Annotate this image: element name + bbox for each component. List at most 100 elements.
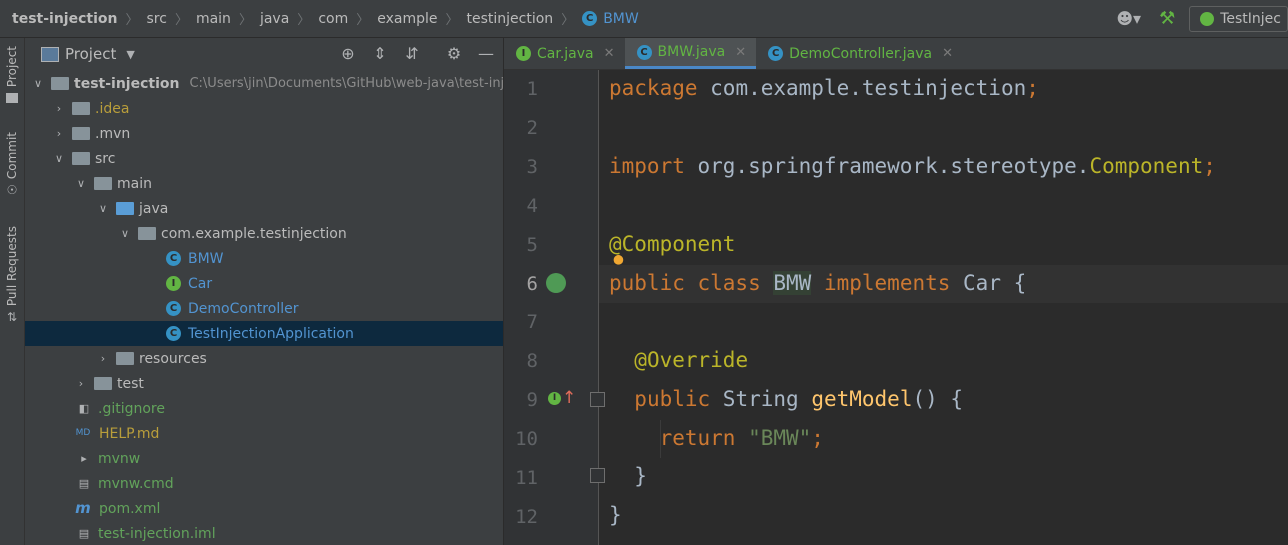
run-configuration-selector[interactable]: TestInjec bbox=[1189, 5, 1288, 32]
breadcrumb-java[interactable]: java bbox=[260, 11, 289, 27]
breadcrumb-main[interactable]: main bbox=[196, 11, 231, 27]
chevron-right-icon: 〉 bbox=[238, 13, 252, 28]
tree-item-idea[interactable]: › .idea bbox=[25, 96, 503, 121]
token-punct: ; bbox=[1026, 76, 1039, 100]
locate-icon[interactable]: ⊕ bbox=[338, 44, 358, 64]
minimize-icon[interactable]: — bbox=[476, 44, 496, 64]
tree-item-label: mvnw bbox=[98, 450, 141, 467]
chevron-down-icon[interactable]: ∨ bbox=[96, 202, 110, 215]
close-icon[interactable]: ✕ bbox=[942, 46, 953, 61]
code-editor[interactable]: 1 2 3 4 5 6 7 8 9 10 11 12 I ↑ package c… bbox=[504, 70, 1288, 545]
tab-democontroller-java[interactable]: C DemoController.java ✕ bbox=[756, 38, 963, 69]
tree-item-test-injection[interactable]: ∨ test-injection C:\Users\jin\Documents\… bbox=[25, 71, 503, 96]
tree-item-mvn[interactable]: › .mvn bbox=[25, 121, 503, 146]
token-keyword: package bbox=[609, 76, 698, 100]
tree-item-pom-xml[interactable]: m pom.xml bbox=[25, 496, 503, 521]
markdown-icon: MD bbox=[75, 428, 91, 438]
code-line-9: public String getModel() { bbox=[609, 387, 963, 411]
chevron-down-icon[interactable]: ∨ bbox=[118, 227, 132, 240]
token-punct: ; bbox=[1203, 154, 1216, 178]
tree-item-label: mvnw.cmd bbox=[98, 475, 174, 492]
tree-item-democontroller[interactable]: C DemoController bbox=[25, 296, 503, 321]
tree-item-iml[interactable]: ▤ test-injection.iml bbox=[25, 521, 503, 545]
tree-item-test[interactable]: › test bbox=[25, 371, 503, 396]
tool-tab-pull-requests[interactable]: Pull Requests ⇅ bbox=[0, 226, 24, 324]
tool-tab-commit-label: Commit bbox=[5, 132, 19, 180]
token-keyword: public bbox=[634, 387, 711, 411]
tree-item-testinjectionapplication[interactable]: C TestInjectionApplication bbox=[25, 321, 503, 346]
tree-item-main[interactable]: ∨ main bbox=[25, 171, 503, 196]
token-type: String bbox=[710, 387, 812, 411]
chevron-down-icon[interactable]: ∨ bbox=[31, 77, 45, 90]
token-punct: ; bbox=[811, 426, 824, 450]
tool-tab-project[interactable]: Project bbox=[0, 46, 24, 104]
breadcrumb-com[interactable]: com bbox=[318, 11, 348, 27]
tree-item-package[interactable]: ∨ com.example.testinjection bbox=[25, 221, 503, 246]
chevron-down-icon[interactable]: ▼ bbox=[126, 48, 134, 61]
tree-item-label: java bbox=[139, 200, 169, 217]
tree-item-src[interactable]: ∨ src bbox=[25, 146, 503, 171]
build-hammer-icon[interactable]: ⚒ bbox=[1159, 8, 1175, 29]
spring-boot-class-icon: C bbox=[166, 326, 181, 341]
tool-tab-commit[interactable]: Commit ☉ bbox=[0, 132, 24, 197]
gear-icon[interactable]: ⚙ bbox=[444, 44, 464, 64]
folder-icon bbox=[72, 127, 90, 140]
chevron-right-icon[interactable]: › bbox=[52, 127, 66, 140]
spring-bean-gutter-icon[interactable] bbox=[546, 273, 566, 293]
tree-item-label: TestInjectionApplication bbox=[188, 325, 354, 342]
token-keyword: class bbox=[684, 271, 774, 295]
tree-item-mvnw-cmd[interactable]: ▤ mvnw.cmd bbox=[25, 471, 503, 496]
shell-script-icon: ▸ bbox=[81, 452, 87, 465]
project-panel-title[interactable]: Project bbox=[65, 45, 116, 63]
tree-item-help-md[interactable]: MD HELP.md bbox=[25, 421, 503, 446]
fold-icon[interactable] bbox=[590, 392, 605, 407]
token-keyword: implements bbox=[811, 271, 951, 295]
interface-icon: I bbox=[166, 276, 181, 291]
code-line-8: @Override bbox=[609, 348, 748, 372]
code-line-11: } bbox=[609, 464, 647, 488]
chevron-right-icon[interactable]: › bbox=[52, 102, 66, 115]
token-keyword: import bbox=[609, 154, 685, 178]
nav-right-toolbar: ☻▾ ⚒ TestInjec bbox=[1116, 0, 1288, 37]
tree-item-bmw[interactable]: C BMW bbox=[25, 246, 503, 271]
chevron-down-icon[interactable]: ∨ bbox=[52, 152, 66, 165]
tree-item-java[interactable]: ∨ java bbox=[25, 196, 503, 221]
tree-item-gitignore[interactable]: ◧ .gitignore bbox=[25, 396, 503, 421]
tree-item-car[interactable]: I Car bbox=[25, 271, 503, 296]
tab-bmw-java[interactable]: C BMW.java ✕ bbox=[624, 38, 757, 69]
collapse-all-icon[interactable]: ⇵ bbox=[402, 44, 422, 64]
breadcrumb-bmw[interactable]: BMW bbox=[603, 11, 639, 27]
breadcrumb-project[interactable]: test-injection bbox=[12, 11, 117, 27]
implements-gutter-icon[interactable]: I bbox=[548, 392, 561, 405]
token-brace: } bbox=[634, 464, 647, 488]
token-keyword: return bbox=[659, 426, 736, 450]
class-icon: C bbox=[768, 46, 784, 61]
tab-car-java[interactable]: I Car.java ✕ bbox=[504, 38, 625, 69]
breadcrumb-src[interactable]: src bbox=[146, 11, 166, 27]
resources-folder-icon bbox=[116, 352, 134, 365]
line-number: 3 bbox=[526, 156, 538, 178]
line-number: 1 bbox=[526, 78, 538, 100]
chevron-right-icon: 〉 bbox=[174, 13, 188, 28]
class-icon: C bbox=[166, 251, 181, 266]
code-line-6: public class BMW implements Car { bbox=[609, 271, 1026, 295]
fold-icon[interactable] bbox=[590, 468, 605, 483]
tree-item-mvnw[interactable]: ▸ mvnw bbox=[25, 446, 503, 471]
chevron-down-icon[interactable]: ∨ bbox=[74, 177, 88, 190]
line-number: 8 bbox=[526, 350, 538, 372]
token-text: () { bbox=[912, 387, 964, 411]
breadcrumb-example[interactable]: example bbox=[377, 11, 437, 27]
close-icon[interactable]: ✕ bbox=[735, 45, 746, 60]
chevron-right-icon[interactable]: › bbox=[96, 352, 110, 365]
spring-boot-icon bbox=[1200, 11, 1215, 26]
user-icon[interactable]: ☻▾ bbox=[1116, 9, 1141, 28]
close-icon[interactable]: ✕ bbox=[604, 46, 615, 61]
class-icon: C bbox=[582, 11, 598, 26]
project-view-icon bbox=[41, 47, 59, 62]
chevron-right-icon[interactable]: › bbox=[74, 377, 88, 390]
code-line-12: } bbox=[609, 503, 622, 527]
expand-all-icon[interactable]: ⇕ bbox=[370, 44, 390, 64]
folder-icon bbox=[6, 93, 18, 104]
breadcrumb-testinjection[interactable]: testinjection bbox=[467, 11, 554, 27]
tree-item-resources[interactable]: › resources bbox=[25, 346, 503, 371]
